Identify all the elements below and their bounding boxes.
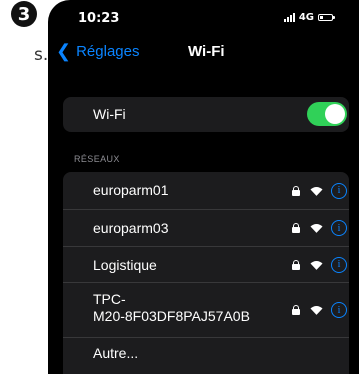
- network-row[interactable]: europarm03 i: [63, 210, 349, 247]
- page-title: Wi-Fi: [188, 43, 225, 60]
- lock-icon: [292, 259, 300, 270]
- network-type-label: 4G: [298, 12, 314, 23]
- step-number-badge: 3: [11, 1, 37, 27]
- navigation-bar: ❮ Réglages Wi-Fi: [48, 40, 359, 68]
- network-name: TPC- M20-8F03DF8PAJ57A0B: [93, 291, 250, 324]
- info-icon[interactable]: i: [331, 182, 347, 199]
- wifi-label: Wi-Fi: [93, 106, 126, 122]
- other-network-label: Autre...: [93, 345, 139, 361]
- info-icon[interactable]: i: [331, 220, 347, 236]
- networks-list: europarm01 i europarm03 i Logistique i T…: [63, 172, 349, 374]
- networks-section-header: RÉSEAUX: [74, 154, 120, 164]
- network-row[interactable]: TPC- M20-8F03DF8PAJ57A0B i: [63, 283, 349, 338]
- network-name: europarm03: [93, 220, 169, 236]
- lock-icon: [292, 305, 300, 315]
- wifi-signal-icon: [310, 306, 323, 315]
- info-icon[interactable]: i: [331, 256, 347, 273]
- back-button[interactable]: ❮ Réglages: [56, 42, 139, 60]
- side-text-fragment: s.: [34, 45, 49, 65]
- info-icon[interactable]: i: [331, 302, 347, 318]
- wifi-signal-icon: [310, 224, 323, 233]
- network-name: Logistique: [93, 257, 157, 273]
- wifi-toggle[interactable]: [307, 102, 347, 126]
- lock-icon: [292, 223, 300, 233]
- other-network-row[interactable]: Autre...: [63, 338, 349, 374]
- wifi-toggle-group: Wi-Fi: [63, 97, 349, 132]
- toggle-knob: [325, 104, 345, 124]
- wifi-signal-icon: [310, 186, 323, 196]
- wifi-signal-icon: [310, 260, 323, 270]
- cellular-signal-icon: [283, 13, 295, 22]
- network-row[interactable]: Logistique i: [63, 247, 349, 283]
- phone-screen: 10:23 4G ❮ Réglages Wi-Fi Wi-Fi RÉSEAUX …: [48, 0, 359, 374]
- lock-icon: [292, 185, 300, 196]
- network-row[interactable]: europarm01 i: [63, 172, 349, 210]
- chevron-left-icon: ❮: [56, 41, 72, 61]
- network-name: europarm01: [93, 182, 169, 198]
- battery-icon: [318, 14, 335, 21]
- wifi-toggle-row: Wi-Fi: [63, 97, 349, 132]
- back-button-label: Réglages: [76, 42, 140, 60]
- status-time: 10:23: [78, 11, 120, 26]
- status-indicators: 4G: [283, 12, 335, 23]
- status-bar: 10:23 4G: [48, 0, 359, 32]
